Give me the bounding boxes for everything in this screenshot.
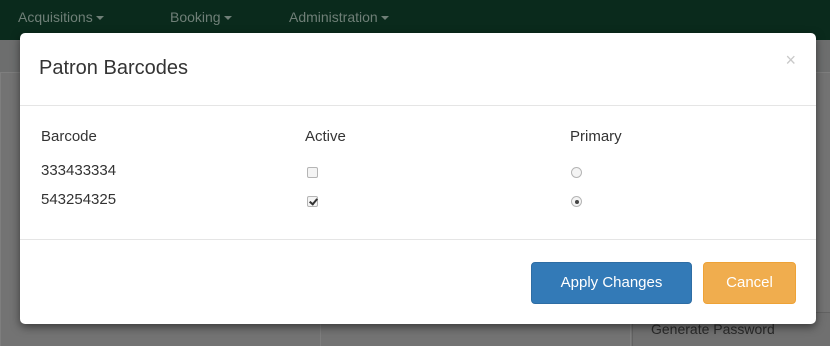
cancel-button[interactable]: Cancel xyxy=(703,262,796,304)
caret-down-icon xyxy=(380,16,389,21)
primary-radio[interactable] xyxy=(571,196,582,207)
column-header-active: Active xyxy=(305,128,346,145)
modal-header: Patron Barcodes × xyxy=(20,33,816,106)
barcode-value: 543254325 xyxy=(41,191,117,208)
patron-barcodes-modal: Patron Barcodes × Barcode Active Primary… xyxy=(20,33,816,324)
active-checkbox[interactable] xyxy=(307,167,318,178)
primary-radio[interactable] xyxy=(571,167,582,178)
active-checkbox[interactable] xyxy=(307,196,318,207)
page: Acquisitions Booking Administration Gene… xyxy=(0,0,830,346)
column-header-primary: Primary xyxy=(570,128,622,145)
modal-footer: Apply Changes Cancel xyxy=(20,239,816,325)
close-icon[interactable]: × xyxy=(785,51,796,69)
nav-item-label: Acquisitions xyxy=(18,9,93,25)
barcode-value: 333433334 xyxy=(41,162,117,179)
caret-down-icon xyxy=(223,16,232,21)
caret-down-icon xyxy=(95,16,104,21)
nav-item-acquisitions[interactable]: Acquisitions xyxy=(18,9,104,25)
nav-item-label: Booking xyxy=(170,9,221,25)
nav-item-booking[interactable]: Booking xyxy=(170,9,232,25)
nav-item-label: Administration xyxy=(289,9,378,25)
modal-title: Patron Barcodes xyxy=(39,57,188,79)
nav-item-administration[interactable]: Administration xyxy=(289,9,389,25)
apply-changes-button[interactable]: Apply Changes xyxy=(531,262,692,304)
column-header-barcode: Barcode xyxy=(41,128,97,145)
